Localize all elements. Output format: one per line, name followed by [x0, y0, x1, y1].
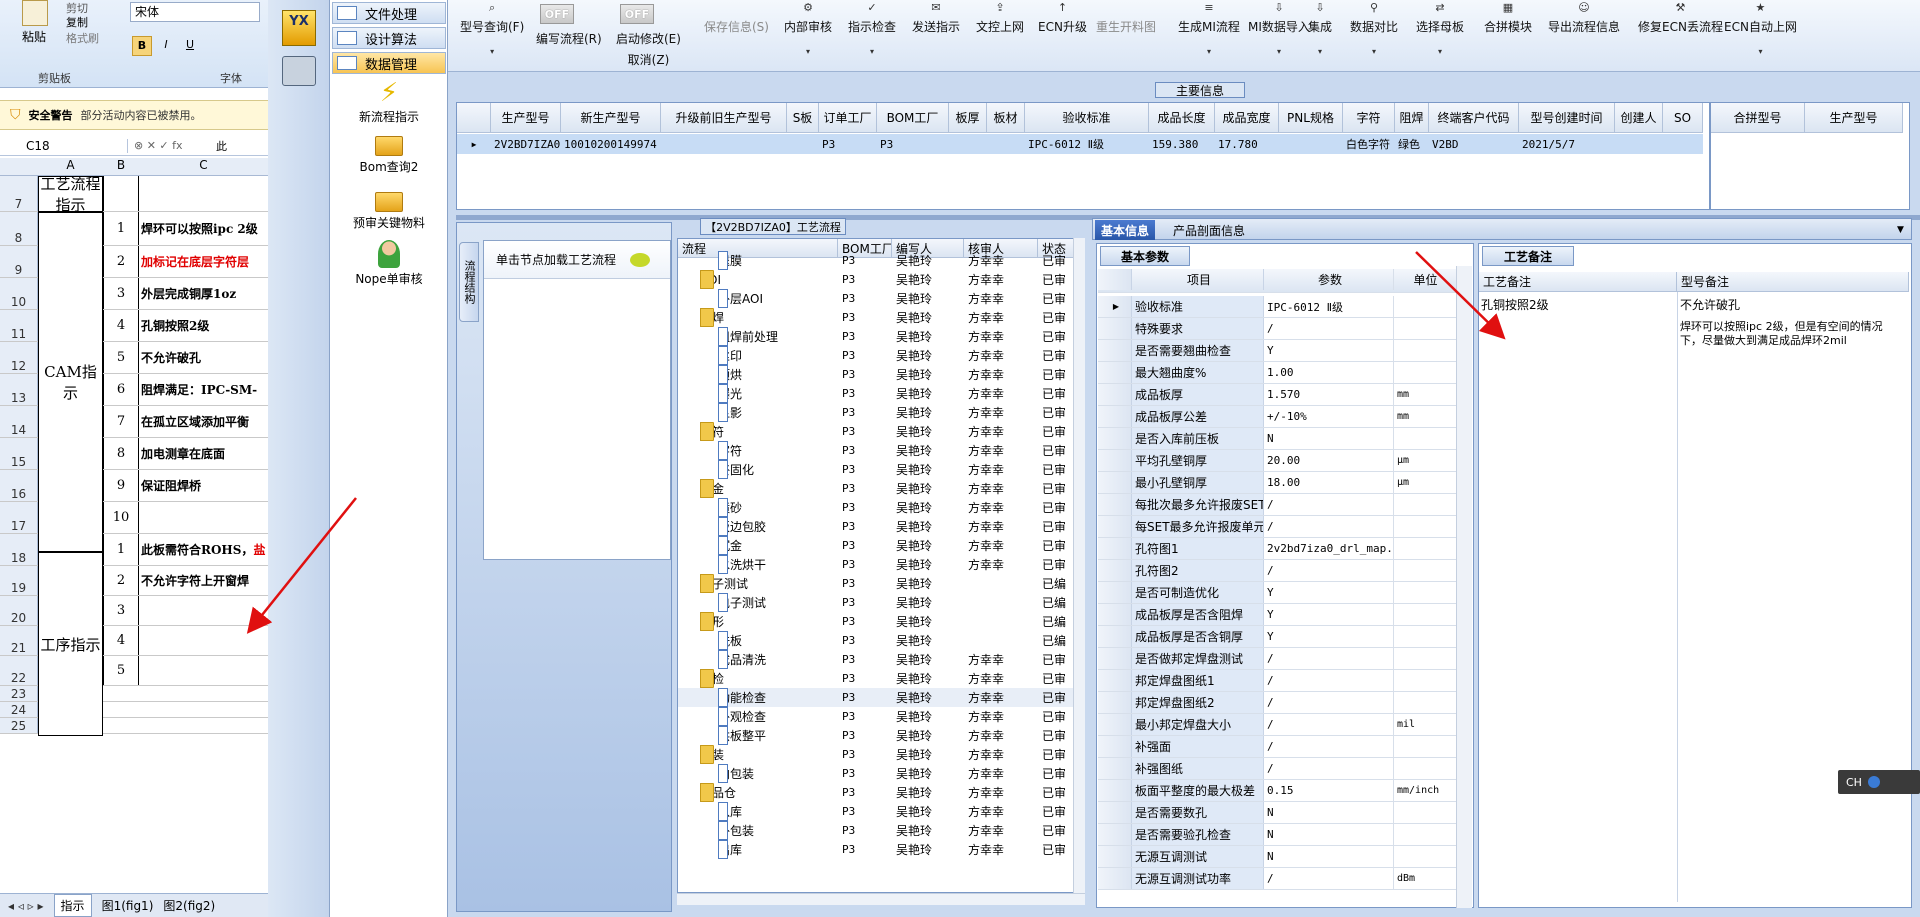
annotation-arrow-left — [246, 497, 357, 634]
annotation-overlay — [246, 251, 1506, 634]
annotation-arrow-right — [1415, 251, 1506, 340]
